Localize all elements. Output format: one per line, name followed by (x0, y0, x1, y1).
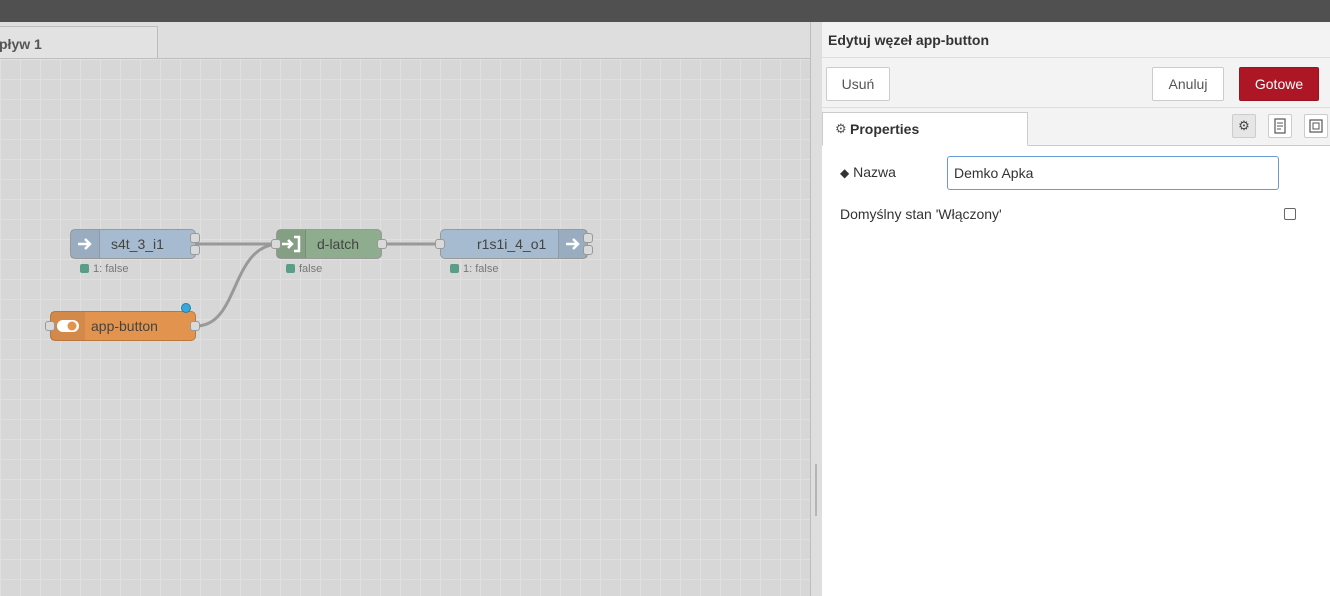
node-label: s4t_3_i1 (111, 236, 164, 252)
node-s4t-3-i1[interactable]: s4t_3_i1 (70, 229, 196, 259)
done-button[interactable]: Gotowe (1239, 67, 1319, 101)
node-app-button-output-port[interactable] (190, 321, 200, 331)
status-dot-icon (450, 264, 459, 273)
node-icon-area (277, 230, 306, 258)
node-r1s1i-output-port-2[interactable] (583, 245, 593, 255)
splitter-grip-icon[interactable] (815, 464, 817, 516)
name-label-row: ◆ Nazwa (840, 164, 896, 180)
node-r1s1i-input-port[interactable] (435, 239, 445, 249)
node-app-button-input-port[interactable] (45, 321, 55, 331)
node-icon-area (71, 230, 100, 258)
editor-toolbar: Usuń Anuluj Gotowe (822, 58, 1330, 108)
document-icon (1274, 118, 1286, 134)
node-d-latch-input-port[interactable] (271, 239, 281, 249)
editor-title: Edytuj węzeł app-button (828, 32, 989, 48)
delete-button[interactable]: Usuń (826, 67, 890, 101)
appearance-icon (1309, 119, 1323, 133)
cancel-button[interactable]: Anuluj (1152, 67, 1224, 101)
status-dot-icon (80, 264, 89, 273)
tab-properties[interactable]: ⚙ Properties (822, 112, 1028, 146)
flow-tab-label: pływ 1 (0, 36, 42, 52)
default-state-checkbox[interactable] (1284, 208, 1296, 220)
description-tab-button[interactable] (1268, 114, 1292, 138)
node-s4t-output-port-1[interactable] (190, 233, 200, 243)
node-label: app-button (91, 318, 158, 334)
flow-tab-bar: pływ 1 (0, 22, 810, 59)
node-r1s1i-status: 1: false (450, 263, 498, 275)
settings-tab-button[interactable]: ⚙ (1232, 114, 1256, 138)
name-label: Nazwa (853, 164, 896, 180)
arrow-in-icon (78, 238, 92, 250)
app-header (0, 0, 1330, 22)
wire-appbutton-to-dlatch[interactable] (195, 242, 281, 328)
node-s4t-status: 1: false (80, 263, 128, 275)
gear-icon: ⚙ (835, 121, 847, 136)
gear-icon: ⚙ (1238, 118, 1250, 133)
node-d-latch[interactable]: d-latch (276, 229, 382, 259)
node-s4t-output-port-2[interactable] (190, 245, 200, 255)
node-label: r1s1i_4_o1 (477, 236, 547, 252)
toggle-icon (57, 320, 79, 332)
flow-tab[interactable]: pływ 1 (0, 26, 158, 58)
node-r1s1i-output-port-1[interactable] (583, 233, 593, 243)
node-r1s1i-4-o1[interactable]: r1s1i_4_o1 (440, 229, 588, 259)
node-d-latch-status: false (286, 263, 322, 275)
sidebar-splitter[interactable] (810, 22, 822, 596)
node-app-button[interactable]: app-button (50, 311, 196, 341)
appearance-tab-button[interactable] (1304, 114, 1328, 138)
tab-properties-label: Properties (850, 121, 920, 137)
status-dot-icon (286, 264, 295, 273)
editor-title-bar: Edytuj węzeł app-button (822, 22, 1330, 58)
changed-indicator-icon (181, 303, 191, 313)
flow-canvas[interactable]: s4t_3_i1 1: false d-latch false r1s1i_4_… (0, 59, 810, 596)
node-editor-panel: Edytuj węzeł app-button Usuń Anuluj Goto… (822, 22, 1330, 596)
name-input[interactable] (947, 156, 1279, 190)
editor-tabs: ⚙ Properties ⚙ (822, 108, 1330, 146)
node-label: d-latch (317, 236, 360, 252)
node-d-latch-output-port[interactable] (377, 239, 387, 249)
default-state-label: Domyślny stan 'Włączony' (840, 206, 1002, 222)
workspace: pływ 1 s4t_3_i1 1: false d-latch false r… (0, 22, 810, 596)
node-icon-area (51, 312, 85, 340)
enter-icon (282, 235, 301, 253)
tag-icon: ◆ (840, 166, 850, 180)
